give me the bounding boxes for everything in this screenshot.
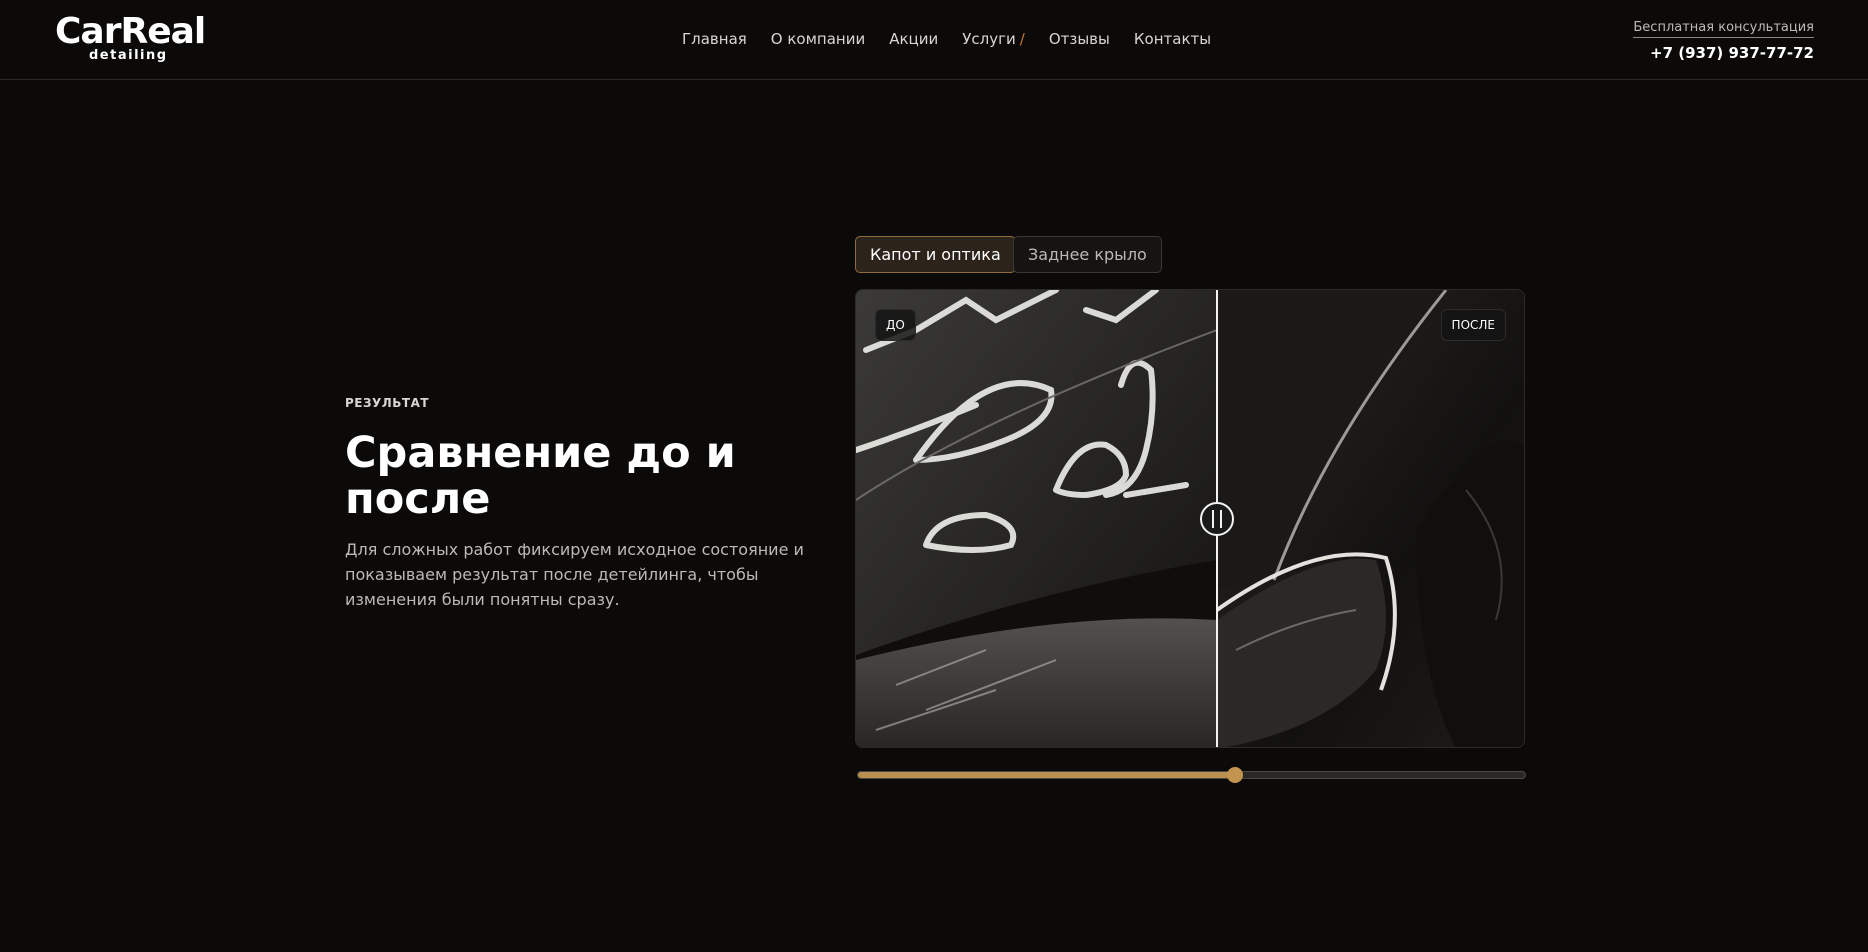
logo[interactable]: CarReal detailing: [55, 12, 206, 64]
tab-hood-and-optics[interactable]: Капот и оптика: [855, 236, 1016, 273]
nav-item-home[interactable]: Главная: [682, 30, 747, 48]
slider-fill: [858, 772, 1235, 778]
logo-wordmark: CarReal: [55, 11, 206, 52]
header-contact: Бесплатная консультация +7 (937) 937-77-…: [1633, 16, 1814, 62]
section-eyebrow: РЕЗУЛЬТАТ: [345, 396, 430, 410]
before-badge: ДО: [875, 309, 916, 341]
nav-item-promotions[interactable]: Акции: [889, 30, 938, 48]
tab-rear-fender[interactable]: Заднее крыло: [1013, 236, 1162, 273]
free-consultation-link[interactable]: Бесплатная консультация: [1633, 20, 1814, 38]
phone-number[interactable]: +7 (937) 937-77-72: [1633, 44, 1814, 62]
slider-thumb[interactable]: [1226, 767, 1243, 783]
nav-item-services-label: Услуги: [962, 30, 1016, 48]
comparison-drag-handle[interactable]: [1200, 502, 1234, 536]
nav-item-contacts[interactable]: Контакты: [1134, 30, 1211, 48]
site-header: CarReal detailing Главная О компании Акц…: [0, 0, 1868, 80]
services-dropdown-marker: /: [1019, 30, 1025, 48]
section-description: Для сложных работ фиксируем исходное сос…: [345, 540, 804, 609]
after-badge: ПОСЛЕ: [1440, 309, 1506, 341]
nav-item-reviews[interactable]: Отзывы: [1049, 30, 1110, 48]
main-nav: Главная О компании Акции Услуги / Отзывы …: [682, 30, 1235, 48]
comparison-image: [856, 290, 1524, 747]
comparison-slider[interactable]: [857, 767, 1526, 783]
section-title: Сравнение до и после: [345, 428, 736, 524]
nav-item-services[interactable]: Услуги /: [962, 30, 1025, 48]
logo-tagline: detailing: [89, 48, 168, 63]
before-after-comparison[interactable]: ДО ПОСЛЕ: [855, 289, 1525, 748]
nav-item-about[interactable]: О компании: [771, 30, 865, 48]
